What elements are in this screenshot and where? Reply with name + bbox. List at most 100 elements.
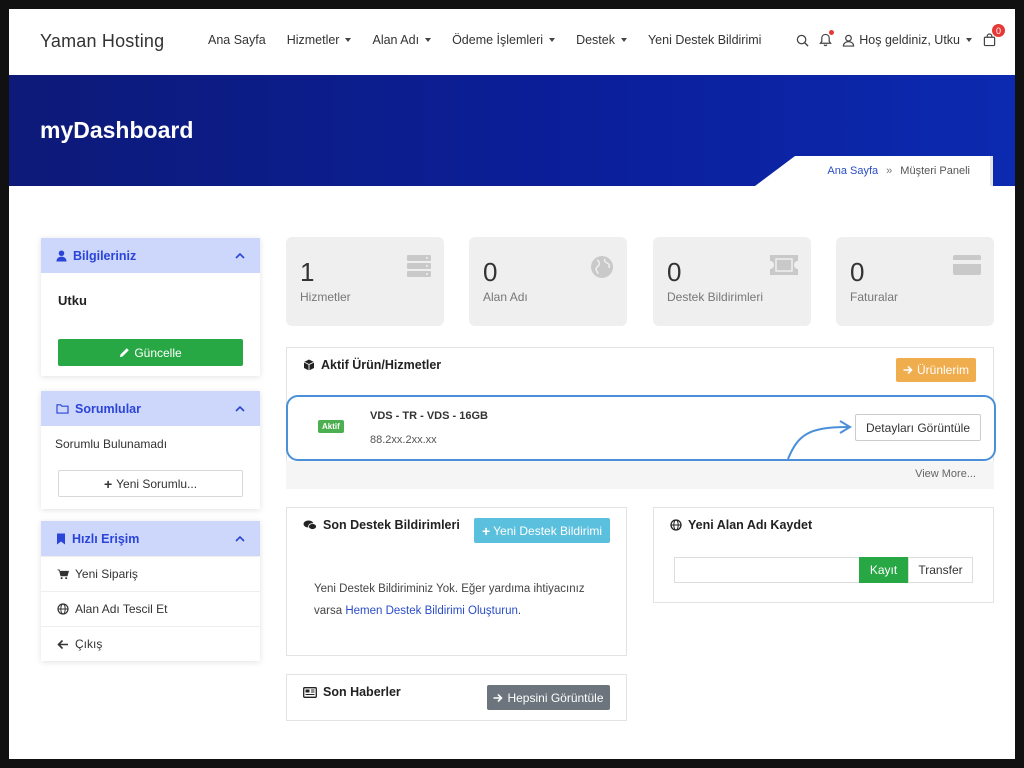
service-ip: 88.2xx.2xx.xx <box>370 434 437 446</box>
caret-down-icon <box>425 38 432 42</box>
stat-label: Faturalar <box>850 290 899 304</box>
view-more-link[interactable]: View More... <box>915 468 976 480</box>
breadcrumb: Ana Sayfa » Müşteri Paneli <box>755 156 993 186</box>
view-all-news-button[interactable]: Hepsini Görüntüle <box>487 685 610 710</box>
chevron-up-icon[interactable] <box>235 534 245 544</box>
domain-search-input[interactable] <box>674 557 859 583</box>
search-icon[interactable] <box>793 31 811 49</box>
chevron-up-icon[interactable] <box>235 251 245 261</box>
page-title: myDashboard <box>40 117 194 143</box>
nav-label: Alan Adı <box>372 33 420 47</box>
hero-banner: myDashboard Ana Sayfa » Müşteri Paneli <box>9 75 1015 186</box>
quick-access-header[interactable]: Hızlı Erişim <box>41 521 260 556</box>
brand-logo[interactable]: Yaman Hosting <box>40 31 164 52</box>
breadcrumb-box: Ana Sayfa » Müşteri Paneli <box>795 156 993 186</box>
user-name: Utku <box>58 293 87 308</box>
stat-card-invoices[interactable]: 0 Faturalar <box>836 237 994 326</box>
breadcrumb-current: Müşteri Paneli <box>900 165 970 177</box>
status-badge: Aktif <box>318 420 344 433</box>
button-label: Ürünlerim <box>916 363 969 377</box>
nav-home[interactable]: Ana Sayfa <box>208 33 266 47</box>
nav-services[interactable]: Hizmetler <box>287 33 352 47</box>
profile-panel-header[interactable]: Bilgileriniz <box>41 238 260 273</box>
globe-icon <box>591 256 613 278</box>
nav-right: Hoş geldiniz, Utku 0 <box>788 24 1005 49</box>
no-tickets-message: Yeni Destek Bildiriminiz Yok. Eğer yardı… <box>314 578 604 622</box>
update-profile-button[interactable]: Güncelle <box>58 339 243 366</box>
caret-down-icon <box>620 38 627 42</box>
chevron-up-icon[interactable] <box>235 404 245 414</box>
button-label: Hepsini Görüntüle <box>507 690 604 705</box>
stat-value: 0 <box>850 257 865 287</box>
create-ticket-link[interactable]: Hemen Destek Bildirimi Oluşturun <box>345 605 518 617</box>
globe-icon <box>57 603 69 615</box>
panel-title-text: Yeni Alan Adı Kaydet <box>688 518 813 532</box>
nav-label: Hizmetler <box>286 33 340 47</box>
nav-billing[interactable]: Ödeme İşlemleri <box>452 33 556 47</box>
stat-card-tickets[interactable]: 0 Destek Bildirimleri <box>653 237 811 326</box>
stat-label: Alan Adı <box>483 290 528 304</box>
contacts-panel-title: Sorumlular <box>75 401 141 416</box>
nav-support[interactable]: Destek <box>576 33 627 47</box>
bell-icon[interactable] <box>816 30 835 49</box>
new-contact-button[interactable]: + Yeni Sorumlu... <box>58 470 243 497</box>
register-domain-button[interactable]: Kayıt <box>859 557 908 583</box>
arrow-left-icon <box>57 639 68 649</box>
cart-count-badge: 0 <box>992 24 1005 37</box>
globe-icon <box>670 519 682 531</box>
caret-down-icon <box>345 38 352 42</box>
user-menu[interactable]: Hoş geldiniz, Utku <box>842 33 972 47</box>
view-more-bar: View More... <box>286 461 994 489</box>
stat-value: 0 <box>483 257 498 287</box>
breadcrumb-home-link[interactable]: Ana Sayfa <box>827 165 878 177</box>
new-ticket-button[interactable]: + Yeni Destek Bildirimi <box>474 518 610 543</box>
stat-value: 1 <box>300 257 315 287</box>
period: . <box>517 605 522 617</box>
contacts-panel: Sorumlular Sorumlu Bulunamadı + Yeni Sor… <box>41 391 260 509</box>
quick-item-new-order[interactable]: Yeni Sipariş <box>41 556 260 591</box>
my-products-button[interactable]: Ürünlerim <box>896 358 976 382</box>
panel-title-text: Aktif Ürün/Hizmetler <box>321 358 442 372</box>
user-icon <box>843 34 855 47</box>
transfer-domain-button[interactable]: Transfer <box>908 557 973 583</box>
quick-item-register-domain[interactable]: Alan Adı Tescil Et <box>41 591 260 626</box>
active-services-title: Aktif Ürün/Hizmetler <box>303 358 441 372</box>
caret-down-icon <box>549 38 556 42</box>
tickets-title: Son Destek Bildirimleri <box>303 518 460 532</box>
quick-item-label: Alan Adı Tescil Et <box>75 602 168 616</box>
server-icon <box>407 255 431 277</box>
no-contacts-text: Sorumlu Bulunamadı <box>55 437 168 451</box>
button-label: Yeni Destek Bildirimi <box>493 523 603 538</box>
comments-icon <box>303 520 317 530</box>
nav-label: Destek <box>576 33 615 47</box>
new-contact-label: Yeni Sorumlu... <box>116 476 198 491</box>
plus-icon: + <box>481 522 491 539</box>
user-icon <box>56 250 67 261</box>
news-title: Son Haberler <box>303 685 401 699</box>
contacts-panel-header[interactable]: Sorumlular <box>41 391 260 426</box>
view-details-button[interactable]: Detayları Görüntüle <box>855 414 981 441</box>
notification-dot <box>829 30 835 35</box>
stat-card-domains[interactable]: 0 Alan Adı <box>469 237 627 326</box>
stat-card-services[interactable]: 1 Hizmetler <box>286 237 444 326</box>
quick-item-logout[interactable]: Çıkış <box>41 626 260 661</box>
main-nav: Ana Sayfa Hizmetler Alan Adı Ödeme İşlem… <box>208 33 782 47</box>
nav-domains[interactable]: Alan Adı <box>372 33 432 47</box>
stat-label: Destek Bildirimleri <box>667 290 764 304</box>
service-row[interactable]: Aktif VDS - TR - VDS - 16GB 88.2xx.2xx.x… <box>286 395 996 461</box>
credit-card-icon <box>953 255 981 275</box>
cart-icon[interactable]: 0 <box>980 24 1005 49</box>
caret-down-icon <box>966 38 972 42</box>
stat-label: Hizmetler <box>300 290 351 304</box>
nav-new-ticket[interactable]: Yeni Destek Bildirimi <box>648 33 761 47</box>
arrow-right-icon <box>903 365 913 375</box>
service-name: VDS - TR - VDS - 16GB <box>370 410 488 422</box>
quick-access-panel: Hızlı Erişim Yeni Sipariş Alan Adı Tesci… <box>41 521 260 661</box>
curved-arrow-icon <box>787 420 852 459</box>
pencil-icon <box>120 348 130 358</box>
breadcrumb-separator: » <box>886 165 893 177</box>
update-profile-label: Güncelle <box>134 345 182 360</box>
domain-register-panel: Yeni Alan Adı Kaydet Kayıt Transfer <box>653 507 994 603</box>
news-panel: Son Haberler Hepsini Görüntüle <box>286 674 627 721</box>
stat-value: 0 <box>667 257 682 287</box>
